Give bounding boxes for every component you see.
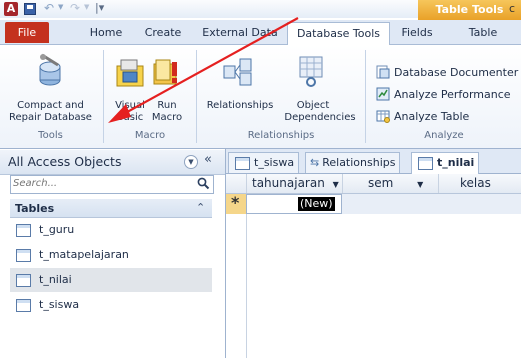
annotation-arrow: [108, 17, 299, 123]
annotation-arrow-shaft: [119, 17, 299, 117]
annotation-arrow-head: [108, 104, 131, 123]
